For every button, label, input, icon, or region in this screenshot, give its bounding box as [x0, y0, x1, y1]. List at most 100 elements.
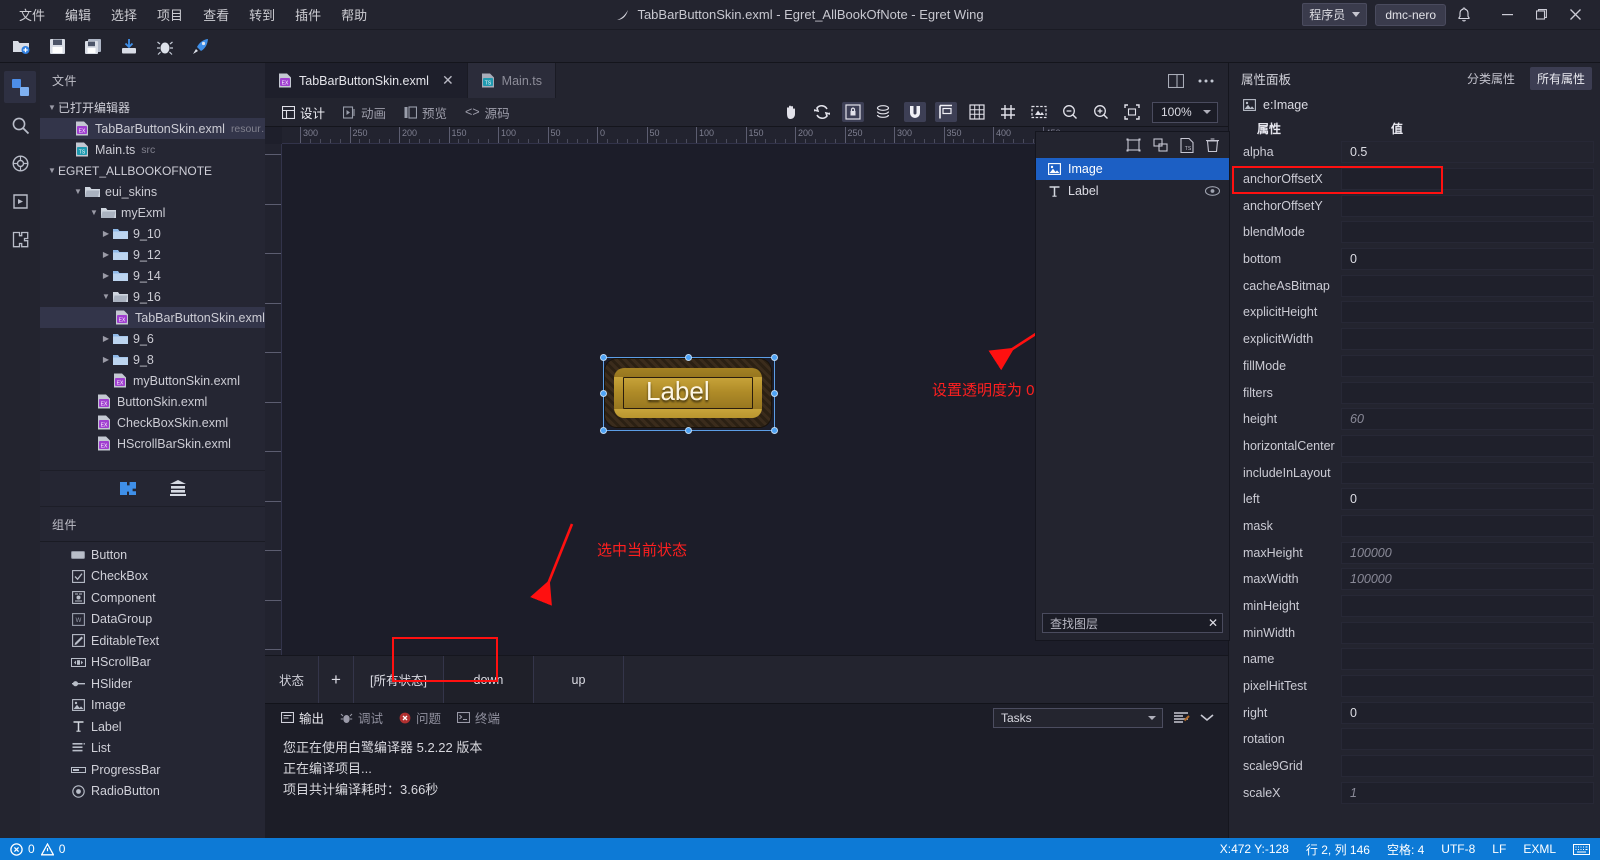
tab-tabbarbuttonskin-exml[interactable]: EX TabBarButtonSkin.exml ✕	[265, 63, 468, 98]
property-row-filters[interactable]: filters	[1229, 379, 1600, 406]
output-tab-debug[interactable]: 调试	[340, 708, 383, 727]
resize-handle-se[interactable]	[771, 427, 778, 434]
property-value-input[interactable]	[1341, 461, 1594, 484]
zoom-in-icon[interactable]	[1090, 102, 1112, 122]
state-item-down[interactable]: down	[443, 656, 534, 703]
status-warnings[interactable]: 0	[40, 842, 65, 856]
property-value-input[interactable]	[1341, 354, 1594, 377]
component-item-component[interactable]: Component	[40, 587, 265, 609]
hand-tool-icon[interactable]	[780, 102, 802, 122]
menu-select[interactable]: 选择	[102, 1, 146, 28]
tree-group-open-editors[interactable]: ▼ 已打开编辑器	[40, 97, 265, 118]
open-editor-main-ts[interactable]: TS Main.ts src	[40, 139, 265, 160]
property-row-rotation[interactable]: rotation	[1229, 726, 1600, 753]
property-value-input[interactable]	[1341, 194, 1594, 217]
import-icon[interactable]	[118, 35, 140, 57]
resize-handle-s[interactable]	[685, 427, 692, 434]
fit-screen-icon[interactable]	[1121, 102, 1143, 122]
align-icon[interactable]	[935, 102, 957, 122]
explorer-icon[interactable]	[4, 71, 36, 103]
property-row-cacheasbitmap[interactable]: cacheAsBitmap	[1229, 272, 1600, 299]
state-item-up[interactable]: up	[534, 656, 624, 703]
component-item-list[interactable]: List	[40, 738, 265, 760]
create-ts-icon[interactable]: TS	[1180, 137, 1194, 153]
magnet-snap-icon[interactable]	[904, 102, 926, 122]
delete-icon[interactable]	[1206, 138, 1219, 152]
property-row-horizontalcenter[interactable]: horizontalCenter	[1229, 433, 1600, 460]
resize-handle-sw[interactable]	[600, 427, 607, 434]
guides-icon[interactable]	[997, 102, 1019, 122]
property-row-scale9grid[interactable]: scale9Grid	[1229, 753, 1600, 780]
status-errors[interactable]: 0	[10, 842, 35, 856]
output-tab-problems[interactable]: 问题	[399, 708, 441, 727]
component-item-label[interactable]: Label	[40, 716, 265, 738]
resize-handle-n[interactable]	[685, 354, 692, 361]
property-row-blendmode[interactable]: blendMode	[1229, 219, 1600, 246]
menu-plugin[interactable]: 插件	[286, 1, 330, 28]
component-item-image[interactable]: Image	[40, 695, 265, 717]
mode-preview[interactable]: 预览	[397, 100, 454, 125]
property-row-explicitheight[interactable]: explicitHeight	[1229, 299, 1600, 326]
more-icon[interactable]	[1198, 78, 1214, 84]
property-row-right[interactable]: right 0	[1229, 699, 1600, 726]
clear-output-icon[interactable]	[1173, 711, 1190, 725]
mode-source[interactable]: <> 源码	[458, 100, 517, 125]
property-value-input[interactable]	[1341, 621, 1594, 644]
property-row-minheight[interactable]: minHeight	[1229, 593, 1600, 620]
property-value-input[interactable]	[1341, 595, 1594, 618]
property-row-includeinlayout[interactable]: includeInLayout	[1229, 459, 1600, 486]
property-value-input[interactable]: 0	[1341, 248, 1594, 271]
minimize-button[interactable]	[1490, 0, 1524, 30]
layers-icon[interactable]	[873, 102, 895, 122]
mode-design[interactable]: 设计	[275, 100, 332, 125]
property-value-input[interactable]	[1341, 221, 1594, 244]
property-value-input[interactable]: 0	[1341, 701, 1594, 724]
tree-item-mybuttonskin-exml[interactable]: EX myButtonSkin.exml	[40, 370, 265, 391]
tree-item-9-12[interactable]: ▶ 9_12	[40, 244, 265, 265]
property-row-fillmode[interactable]: fillMode	[1229, 353, 1600, 380]
library-icon[interactable]	[168, 479, 188, 497]
tree-item-myexml[interactable]: ▼ myExml	[40, 202, 265, 223]
tree-item-9-8[interactable]: ▶ 9_8	[40, 349, 265, 370]
tree-item-9-6[interactable]: ▶ 9_6	[40, 328, 265, 349]
output-tab-output[interactable]: 输出	[281, 708, 324, 727]
menu-help[interactable]: 帮助	[332, 1, 376, 28]
tree-item-eui-skins[interactable]: ▼ eui_skins	[40, 181, 265, 202]
split-editor-icon[interactable]	[1168, 73, 1184, 88]
close-button[interactable]	[1558, 0, 1592, 30]
property-row-alpha[interactable]: alpha 0.5	[1229, 139, 1600, 166]
extensions-icon[interactable]	[4, 223, 36, 255]
property-row-explicitwidth[interactable]: explicitWidth	[1229, 326, 1600, 353]
ungroup-icon[interactable]	[1153, 138, 1168, 152]
property-value-input[interactable]	[1341, 381, 1594, 404]
add-state-button[interactable]: +	[318, 656, 354, 703]
user-chip[interactable]: dmc-nero	[1375, 3, 1446, 26]
property-value-input[interactable]	[1341, 675, 1594, 698]
layer-item-image[interactable]: Image	[1036, 158, 1229, 180]
status-encoding[interactable]: UTF-8	[1441, 842, 1475, 856]
property-row-bottom[interactable]: bottom 0	[1229, 246, 1600, 273]
output-filter-select[interactable]: Tasks	[993, 707, 1163, 728]
tree-item-checkboxskin-exml[interactable]: EX CheckBoxSkin.exml	[40, 412, 265, 433]
resize-handle-w[interactable]	[600, 390, 607, 397]
open-editor-tabbarbuttonskin[interactable]: EX TabBarButtonSkin.exml resour…	[40, 118, 265, 139]
property-value-input[interactable]: 60	[1341, 408, 1594, 431]
property-row-name[interactable]: name	[1229, 646, 1600, 673]
role-dropdown[interactable]: 程序员	[1302, 3, 1368, 26]
settings-icon[interactable]	[4, 147, 36, 179]
component-item-button[interactable]: Button	[40, 544, 265, 566]
tab-main-ts[interactable]: TS Main.ts	[467, 63, 556, 98]
tab-category-properties[interactable]: 分类属性	[1460, 67, 1522, 90]
group-icon[interactable]	[1126, 138, 1141, 152]
resize-handle-ne[interactable]	[771, 354, 778, 361]
lock-frame-icon[interactable]	[842, 102, 864, 122]
chevron-down-icon[interactable]	[1200, 713, 1214, 722]
property-value-input[interactable]: 100000	[1341, 568, 1594, 591]
component-item-progressbar[interactable]: ProgressBar	[40, 759, 265, 781]
tab-all-properties[interactable]: 所有属性	[1529, 66, 1592, 90]
search-icon[interactable]	[4, 109, 36, 141]
zoom-out-icon[interactable]	[1059, 102, 1081, 122]
property-value-input[interactable]	[1341, 301, 1594, 324]
property-value-input[interactable]: 100000	[1341, 541, 1594, 564]
property-value-input[interactable]	[1341, 514, 1594, 537]
